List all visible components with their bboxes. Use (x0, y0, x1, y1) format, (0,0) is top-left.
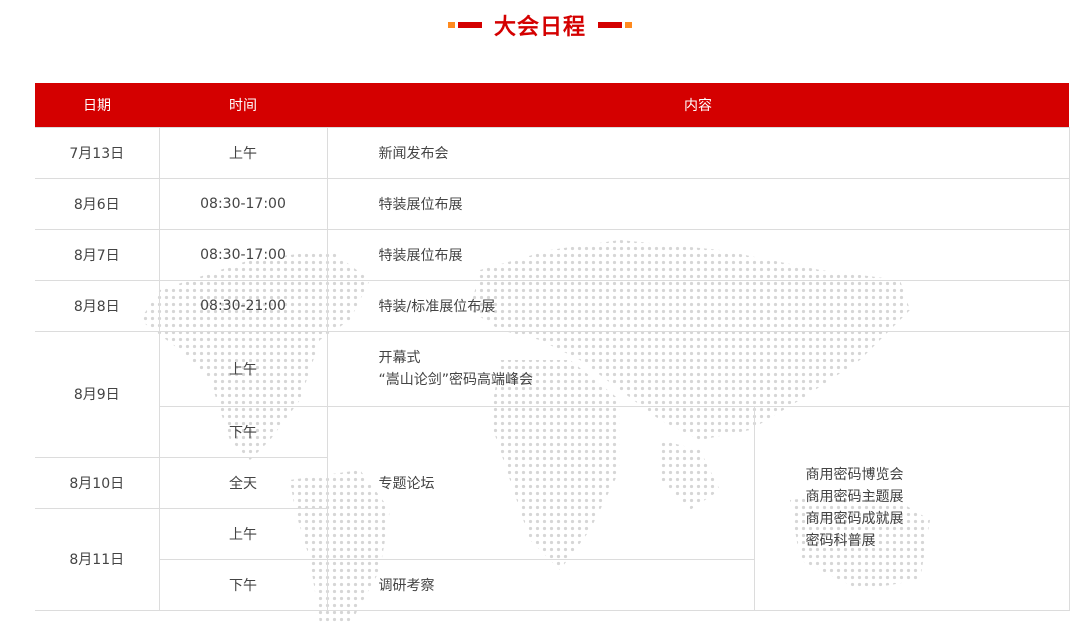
date-cell: 8月11日 (35, 507, 160, 611)
content-line: “嵩山论剑”密码高端峰会 (378, 371, 534, 388)
time-cell: 08:30-17:00 (158, 228, 328, 281)
table-row: 下午 专题论坛 商用密码博览会 商用密码主题展 商用密码成就展 密码科普展 (35, 405, 1070, 611)
expo-item: 密码科普展 (805, 533, 876, 549)
column-header-content: 内容 (327, 83, 1069, 127)
table-row: 8月9日 上午 开幕式 “嵩山论剑”密码高端峰会 (35, 330, 1070, 458)
date-cell: 7月13日 (35, 126, 160, 179)
content-cell: 特装展位布展 (326, 177, 1070, 230)
time-cell: 08:30-17:00 (158, 177, 328, 230)
schedule-table: 日期 时间 内容 7月13日 上午 新闻发布会 8月6日 08:30-17:00… (35, 83, 1070, 611)
content-cell: 新闻发布会 (326, 126, 1070, 179)
content-line: 开幕式 (378, 349, 421, 366)
time-cell: 全天 (158, 456, 328, 509)
time-cell: 上午 (158, 126, 328, 179)
title-decoration-left (445, 22, 482, 28)
column-header-date: 日期 (35, 83, 159, 127)
expo-item: 商用密码成就展 (805, 511, 904, 527)
time-cell: 下午 (159, 405, 328, 458)
content-cell: 开幕式 “嵩山论剑”密码高端峰会 (326, 330, 1070, 407)
date-cell: 8月6日 (35, 177, 160, 230)
time-cell: 08:30-21:00 (158, 279, 328, 332)
table-row: 7月13日 上午 新闻发布会 (35, 126, 1070, 179)
title-decoration-right (598, 22, 635, 28)
table-row: 8月8日 08:30-21:00 特装/标准展位布展 (35, 279, 1070, 332)
page-title: 大会日程 (493, 15, 586, 40)
table-row: 8月6日 08:30-17:00 特装展位布展 (35, 177, 1070, 230)
expo-item: 商用密码主题展 (805, 489, 904, 505)
forum-cell: 专题论坛 (326, 405, 755, 560)
column-header-time: 时间 (159, 83, 327, 127)
date-cell: 8月10日 (35, 456, 160, 509)
content-cell: 调研考察 (326, 558, 755, 611)
date-cell: 8月8日 (35, 279, 160, 332)
content-cell: 特装/标准展位布展 (326, 279, 1070, 332)
expo-cell: 商用密码博览会 商用密码主题展 商用密码成就展 密码科普展 (753, 405, 1070, 611)
time-cell: 上午 (158, 330, 328, 407)
expo-item: 商用密码博览会 (805, 467, 904, 483)
table-row: 8月7日 08:30-17:00 特装展位布展 (35, 228, 1070, 281)
date-cell: 8月7日 (35, 228, 160, 281)
time-cell: 下午 (159, 558, 328, 611)
content-cell: 特装展位布展 (326, 228, 1070, 281)
date-cell: 8月9日 (35, 330, 160, 458)
table-header-row: 日期 时间 内容 (35, 83, 1069, 127)
time-cell: 上午 (158, 507, 328, 560)
section-header: 大会日程 (0, 0, 1080, 50)
